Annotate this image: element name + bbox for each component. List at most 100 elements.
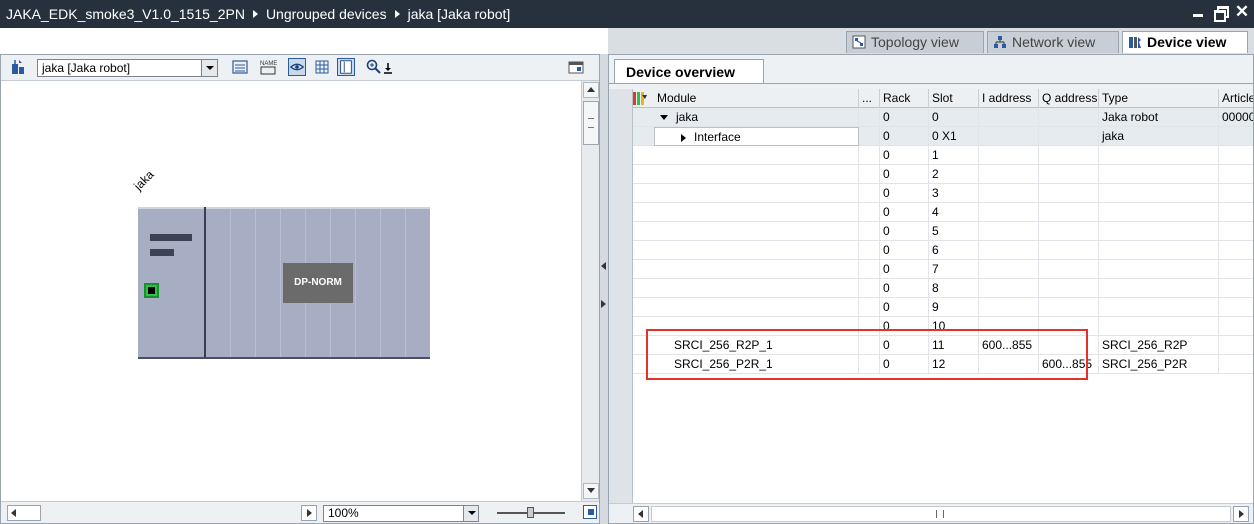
cell-type[interactable]	[1099, 146, 1219, 165]
cell-slot[interactable]: 2	[929, 165, 979, 184]
scroll-thumb-grip[interactable]	[936, 510, 944, 518]
cell-qaddr[interactable]	[1039, 108, 1099, 127]
cell-rack[interactable]: 0	[880, 127, 929, 146]
zoom-slider-knob[interactable]	[527, 507, 534, 518]
cell-type[interactable]	[1099, 317, 1219, 336]
module-dp-norm[interactable]: DP-NORM	[283, 263, 353, 303]
table-row[interactable]: Interface 0 0 X1 jaka	[633, 127, 1253, 146]
show-hide-icon[interactable]	[288, 58, 306, 76]
cell-type[interactable]	[1099, 298, 1219, 317]
cell-rack[interactable]: 0	[880, 165, 929, 184]
cell-rack[interactable]: 0	[880, 260, 929, 279]
cell-article[interactable]	[1219, 222, 1253, 241]
table-row[interactable]: 08	[633, 279, 1253, 298]
cell-iaddr[interactable]	[979, 298, 1039, 317]
cell-more[interactable]	[859, 260, 880, 279]
cell-iaddr[interactable]	[979, 165, 1039, 184]
cell-iaddr[interactable]	[979, 241, 1039, 260]
cell-rack[interactable]: 0	[880, 146, 929, 165]
add-device-icon[interactable]	[9, 58, 27, 76]
cell-rack[interactable]: 0	[880, 222, 929, 241]
properties-icon[interactable]	[337, 58, 355, 76]
cell-more[interactable]	[859, 108, 880, 127]
cell-module[interactable]	[654, 203, 859, 222]
cell-article[interactable]	[1219, 203, 1253, 222]
close-icon[interactable]: ✕	[1234, 3, 1250, 20]
table-row[interactable]: 03	[633, 184, 1253, 203]
breadcrumb-device[interactable]: jaka [Jaka robot]	[408, 6, 511, 22]
name-icon[interactable]: NAME	[259, 58, 277, 76]
cell-module[interactable]	[654, 260, 859, 279]
cell-rack[interactable]: 0	[880, 184, 929, 203]
cell-slot[interactable]: 1	[929, 146, 979, 165]
scroll-right-icon[interactable]	[1233, 506, 1249, 522]
table-row[interactable]: jaka 00 Jaka robot00000...	[633, 108, 1253, 127]
cell-type[interactable]	[1099, 165, 1219, 184]
cell-article[interactable]	[1219, 241, 1253, 260]
cell-article[interactable]	[1219, 146, 1253, 165]
cell-rack[interactable]: 0	[880, 108, 929, 127]
tab-device-overview[interactable]: Device overview	[614, 59, 764, 84]
cell-slot[interactable]: 0 X1	[929, 127, 979, 146]
cell-more[interactable]	[859, 279, 880, 298]
cell-more[interactable]	[859, 127, 880, 146]
col-header-slot[interactable]: Slot	[929, 89, 979, 108]
cell-module[interactable]	[654, 184, 859, 203]
breadcrumb-project[interactable]: JAKA_EDK_smoke3_V1.0_1515_2PN	[6, 6, 245, 22]
scroll-left-icon[interactable]	[633, 506, 649, 522]
cell-type[interactable]	[1099, 241, 1219, 260]
cell-more[interactable]	[859, 222, 880, 241]
cell-qaddr[interactable]	[1039, 127, 1099, 146]
overview-navigation-icon[interactable]	[583, 505, 597, 519]
table-row[interactable]: 02	[633, 165, 1253, 184]
cell-qaddr[interactable]	[1039, 279, 1099, 298]
collapse-right-icon[interactable]	[601, 300, 606, 308]
breadcrumb-group[interactable]: Ungrouped devices	[266, 6, 387, 22]
table-row[interactable]: 06	[633, 241, 1253, 260]
zoom-slider[interactable]	[497, 507, 565, 518]
cell-qaddr[interactable]	[1039, 222, 1099, 241]
scroll-track[interactable]	[651, 506, 1231, 522]
scroll-right-icon[interactable]	[301, 505, 317, 521]
col-header-i-address[interactable]: I address	[979, 89, 1039, 108]
cell-type[interactable]: SRCI_256_R2P	[1099, 336, 1219, 355]
expand-right-icon[interactable]	[681, 133, 686, 142]
cell-article[interactable]	[1219, 355, 1253, 374]
cell-module[interactable]	[654, 241, 859, 260]
cell-article[interactable]	[1219, 279, 1253, 298]
cell-qaddr[interactable]	[1039, 241, 1099, 260]
cell-type[interactable]	[1099, 222, 1219, 241]
cell-article[interactable]	[1219, 336, 1253, 355]
cell-more[interactable]	[859, 298, 880, 317]
table-row[interactable]: 07	[633, 260, 1253, 279]
cell-qaddr[interactable]	[1039, 146, 1099, 165]
table-row[interactable]: 01	[633, 146, 1253, 165]
cell-module[interactable]: Interface	[654, 127, 859, 146]
zoom-icon[interactable]	[365, 58, 383, 76]
cell-module[interactable]	[654, 146, 859, 165]
cell-slot[interactable]: 9	[929, 298, 979, 317]
cell-more[interactable]	[859, 184, 880, 203]
cell-iaddr[interactable]	[979, 146, 1039, 165]
zoom-select[interactable]: 100%	[323, 505, 479, 522]
cell-article[interactable]	[1219, 127, 1253, 146]
cell-type[interactable]: SRCI_256_P2R	[1099, 355, 1219, 374]
collapse-left-icon[interactable]	[601, 262, 606, 270]
table-horizontal-scrollbar[interactable]	[609, 503, 1253, 523]
cell-type[interactable]	[1099, 279, 1219, 298]
cell-qaddr[interactable]	[1039, 165, 1099, 184]
cell-qaddr[interactable]	[1039, 203, 1099, 222]
vertical-scrollbar[interactable]	[581, 81, 599, 501]
cell-iaddr[interactable]	[979, 279, 1039, 298]
cell-slot[interactable]: 6	[929, 241, 979, 260]
cell-rack[interactable]: 0	[880, 241, 929, 260]
cell-article[interactable]	[1219, 317, 1253, 336]
cell-qaddr[interactable]	[1039, 184, 1099, 203]
cell-slot[interactable]: 0	[929, 108, 979, 127]
cell-iaddr[interactable]	[979, 260, 1039, 279]
cell-module[interactable]	[654, 222, 859, 241]
scroll-down-icon[interactable]	[583, 483, 599, 499]
col-header-rack[interactable]: Rack	[880, 89, 929, 108]
cell-more[interactable]	[859, 241, 880, 260]
ethernet-port-icon[interactable]	[144, 283, 159, 298]
